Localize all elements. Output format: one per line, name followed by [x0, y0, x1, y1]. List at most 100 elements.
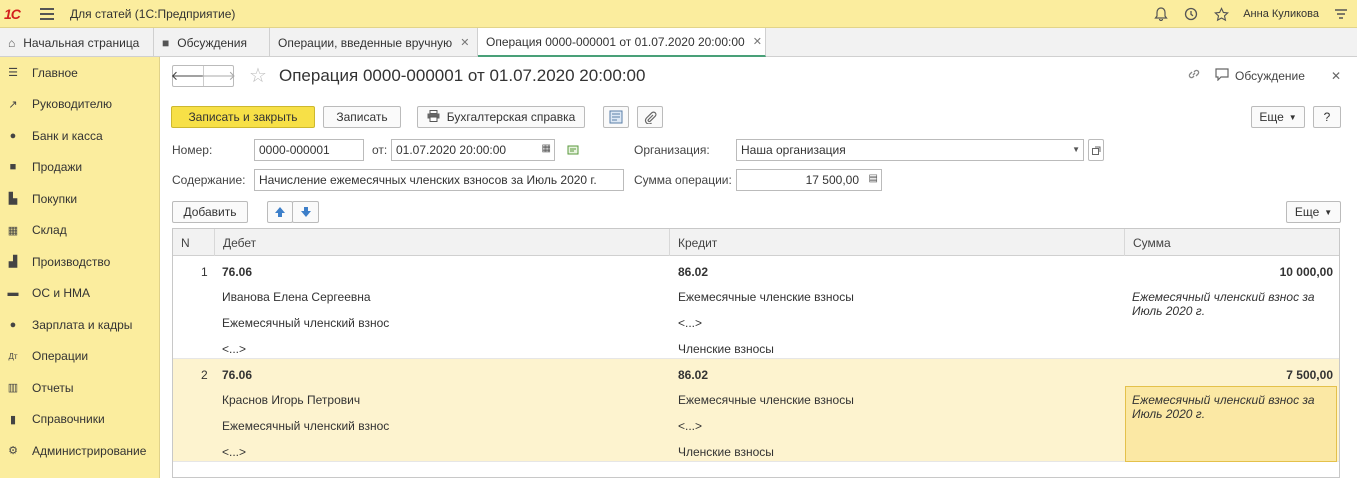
debit-subconto-2[interactable]: Ежемесячный членский взнос [222, 316, 389, 330]
open-organization-icon[interactable] [1088, 139, 1104, 161]
tab-manual-operations[interactable]: Операции, введенные вручную ✕ [270, 28, 478, 57]
accounting-report-button[interactable]: Бухгалтерская справка [417, 106, 585, 128]
credit-subconto-3[interactable]: Членские взносы [678, 342, 774, 356]
link-icon[interactable] [1187, 67, 1201, 84]
sidebar-item-reports[interactable]: ▥ Отчеты [0, 372, 159, 404]
bag-icon: ■ [9, 161, 17, 174]
credit-account[interactable]: 86.02 [678, 368, 708, 382]
table-header: N Дебет Кредит Сумма [173, 229, 1339, 256]
sidebar-item-production[interactable]: ▟ Производство [0, 246, 159, 278]
credit-subconto-3[interactable]: Членские взносы [678, 445, 774, 459]
sidebar-item-salary[interactable]: ● Зарплата и кадры [0, 309, 159, 341]
back-arrow-icon[interactable]: 🡐 [171, 66, 206, 86]
sidebar-item-sales[interactable]: ■ Продажи [0, 152, 159, 184]
book-icon: ▮ [9, 413, 17, 426]
row-number: 2 [201, 368, 208, 382]
debit-subconto-1[interactable]: Иванова Елена Сергеевна [222, 290, 371, 304]
organization-field[interactable]: Наша организация ▼ [736, 139, 1084, 161]
add-row-button[interactable]: Добавить [172, 201, 248, 223]
tab-discussions[interactable]: ■ Обсуждения [154, 28, 270, 57]
main-menu-icon[interactable] [40, 7, 60, 20]
factory-icon: ▟ [8, 256, 18, 269]
credit-subconto-1[interactable]: Ежемесячные членские взносы [678, 393, 854, 407]
sidebar-item-purchases[interactable]: ▙ Покупки [0, 183, 159, 215]
chat-icon: ■ [162, 35, 170, 50]
debit-account[interactable]: 76.06 [222, 265, 252, 279]
sidebar-item-manager[interactable]: ↗ Руководителю [0, 89, 159, 121]
row-comment[interactable]: Ежемесячный членский взнос за Июль 2020 … [1132, 393, 1332, 421]
sidebar-item-assets[interactable]: ▬ ОС и НМА [0, 278, 159, 310]
tab-home[interactable]: ⌂ Начальная страница [0, 28, 154, 57]
debit-subconto-3[interactable]: <...> [222, 445, 246, 459]
structure-icon[interactable] [603, 106, 629, 128]
more-table-button[interactable]: Еще ▼ [1286, 201, 1341, 223]
credit-subconto-1[interactable]: Ежемесячные членские взносы [678, 290, 854, 304]
sidebar-item-bank[interactable]: ● Банк и касса [0, 120, 159, 152]
sidebar-item-operations[interactable]: Дт Операции [0, 341, 159, 373]
favorite-star-icon[interactable]: ☆ [249, 63, 267, 88]
form-header-actions: Обсуждение ✕ [1187, 67, 1341, 84]
close-tab-icon[interactable]: ✕ [460, 36, 469, 49]
row-comment[interactable]: Ежемесячный членский взнос за Июль 2020 … [1132, 290, 1332, 318]
table-row[interactable]: 1 76.06 Иванова Елена Сергеевна Ежемесяч… [173, 256, 1339, 359]
table-row-selected[interactable]: 2 76.06 Краснов Игорь Петрович Ежемесячн… [173, 359, 1339, 462]
content-label: Содержание: [172, 173, 246, 187]
credit-subconto-2[interactable]: <...> [678, 316, 702, 330]
column-n[interactable]: N [173, 229, 215, 256]
row-sum[interactable]: 10 000,00 [1280, 265, 1333, 279]
dropdown-arrow-icon[interactable]: ▼ [1072, 145, 1080, 154]
home-icon: ⌂ [8, 35, 16, 50]
page-title: Операция 0000-000001 от 01.07.2020 20:00… [279, 66, 646, 85]
history-icon[interactable] [1183, 6, 1199, 22]
row-sum[interactable]: 7 500,00 [1286, 368, 1333, 382]
app-title: Для статей (1С:Предприятие) [70, 6, 236, 21]
nav-buttons: 🡐 🡒 [171, 65, 236, 87]
debit-subconto-1[interactable]: Краснов Игорь Петрович [222, 393, 360, 407]
settings-icon[interactable] [1333, 6, 1349, 22]
document-status-icon [567, 143, 581, 159]
more-button[interactable]: Еще ▼ [1251, 106, 1305, 128]
sidebar: ☰ Главное ↗ Руководителю ● Банк и касса ■ Пр… [0, 57, 160, 478]
credit-subconto-2[interactable]: <...> [678, 419, 702, 433]
sidebar-item-admin[interactable]: ⚙ Администрирование [0, 435, 159, 467]
credit-account[interactable]: 86.02 [678, 265, 708, 279]
calculator-icon[interactable]: ▤ [869, 173, 878, 184]
dropdown-arrow-icon: ▼ [1324, 207, 1333, 217]
chart-line-icon: ↗ [8, 98, 18, 111]
window-tabs: ⌂ Начальная страница ■ Обсуждения Операц… [0, 28, 1357, 57]
close-tab-icon[interactable]: ✕ [753, 35, 762, 48]
sum-field[interactable]: 17 500,00 ▤ [736, 169, 882, 191]
operation-form: 🡐 🡒 ☆ Операция 0000-000001 от 01.07.2020… [161, 57, 1357, 478]
help-button[interactable]: ? [1313, 106, 1341, 128]
number-field[interactable]: 0000-000001 [254, 139, 364, 161]
tab-operation[interactable]: Операция 0000-000001 от 01.07.2020 20:00… [478, 28, 766, 57]
sidebar-item-warehouse[interactable]: ▦ Склад [0, 215, 159, 247]
sidebar-item-directories[interactable]: ▮ Справочники [0, 404, 159, 436]
debit-subconto-3[interactable]: <...> [222, 342, 246, 356]
user-name[interactable]: Анна Куликова [1243, 8, 1319, 20]
sidebar-item-main[interactable]: ☰ Главное [0, 57, 159, 89]
dropdown-arrow-icon: ▼ [1288, 112, 1297, 122]
discussion-button[interactable]: Обсуждение [1215, 67, 1305, 84]
favorites-star-icon[interactable] [1213, 6, 1229, 22]
save-and-close-button[interactable]: Записать и закрыть [171, 106, 315, 128]
column-debit[interactable]: Дебет [215, 229, 670, 256]
attachment-icon[interactable] [637, 106, 663, 128]
debit-account[interactable]: 76.06 [222, 368, 252, 382]
column-credit[interactable]: Кредит [670, 229, 1125, 256]
menu-icon: ☰ [8, 67, 18, 80]
move-down-icon[interactable] [292, 201, 319, 223]
date-label: от: [372, 143, 388, 157]
close-icon[interactable]: ✕ [1331, 69, 1341, 83]
debit-subconto-2[interactable]: Ежемесячный членский взнос [222, 419, 389, 433]
content-field[interactable]: Начисление ежемесячных членских взносов … [254, 169, 624, 191]
calendar-icon[interactable]: ▦ [542, 143, 551, 154]
save-button[interactable]: Записать [323, 106, 401, 128]
forward-arrow-icon[interactable]: 🡒 [201, 66, 236, 86]
bell-icon[interactable] [1153, 6, 1169, 22]
app-logo: 1С [4, 5, 21, 22]
column-sum[interactable]: Сумма [1125, 229, 1339, 256]
date-field[interactable]: 01.07.2020 20:00:00 ▦ [391, 139, 555, 161]
move-up-icon[interactable] [267, 201, 293, 223]
gear-icon: ⚙ [8, 445, 18, 458]
